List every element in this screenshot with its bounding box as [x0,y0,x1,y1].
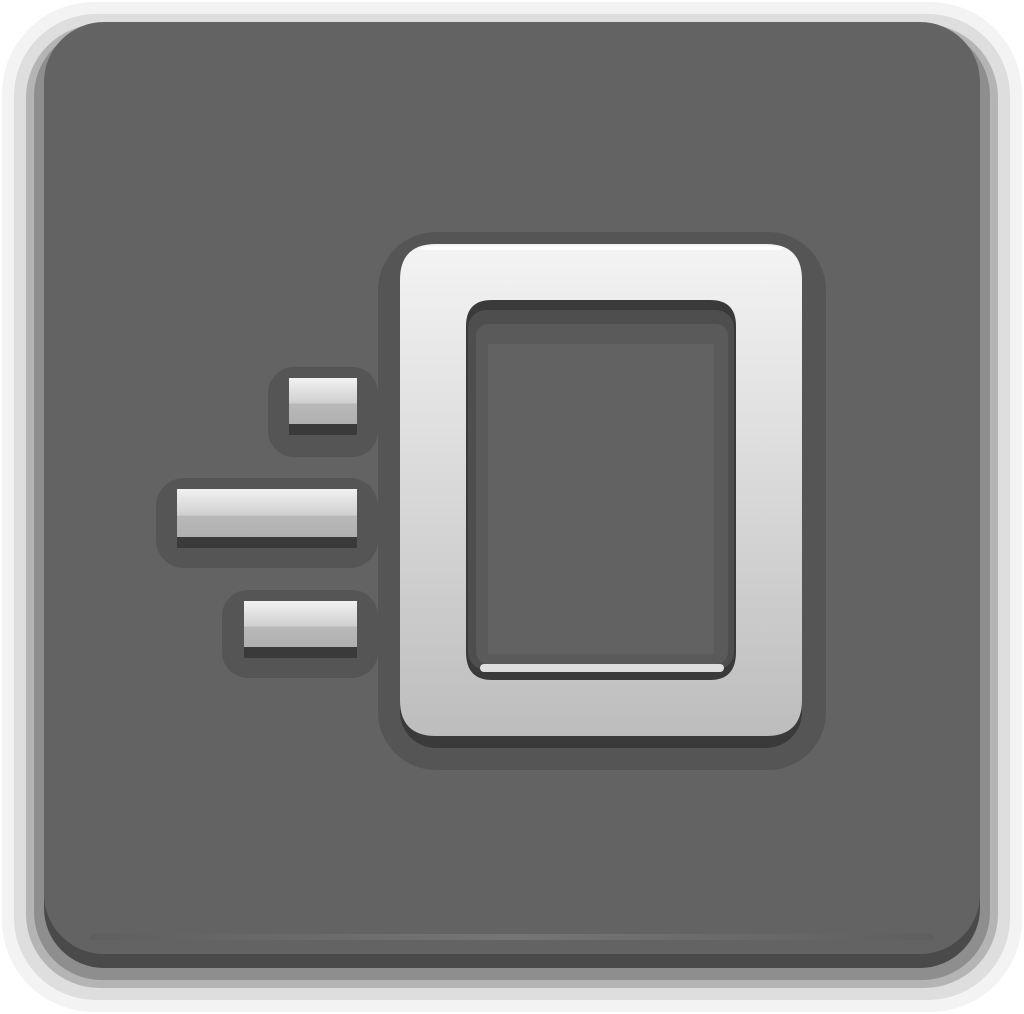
motion-bar-bottom [222,590,378,678]
tile-sheen [90,934,934,940]
app-icon[interactable] [0,0,1024,1014]
window-slide-in-icon [2,2,1022,1012]
motion-bar-middle [156,478,378,568]
motion-bar-top [268,367,378,457]
window-frame-glyph [378,232,826,770]
